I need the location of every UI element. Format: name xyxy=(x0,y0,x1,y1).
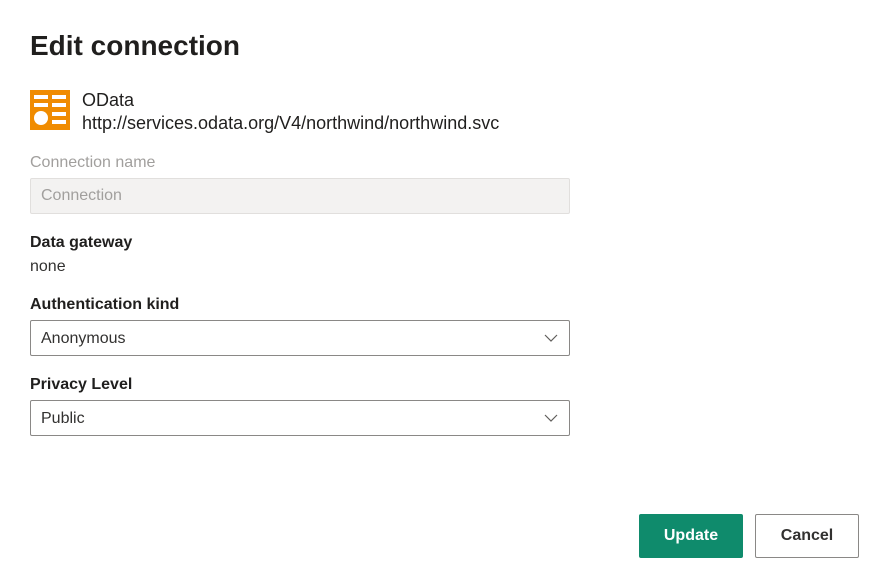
connection-name-label: Connection name xyxy=(30,154,859,172)
update-button[interactable]: Update xyxy=(639,514,743,558)
privacy-level-select[interactable]: Public xyxy=(30,400,570,436)
connection-name-input[interactable] xyxy=(30,178,570,214)
privacy-level-field: Privacy Level Public xyxy=(30,376,859,436)
data-gateway-field: Data gateway none xyxy=(30,234,859,276)
connection-header: OData http://services.odata.org/V4/north… xyxy=(30,90,859,134)
cancel-button[interactable]: Cancel xyxy=(755,514,859,558)
authentication-kind-select[interactable]: Anonymous xyxy=(30,320,570,356)
privacy-level-label: Privacy Level xyxy=(30,376,859,394)
data-gateway-value: none xyxy=(30,258,859,276)
connection-url: http://services.odata.org/V4/northwind/n… xyxy=(82,113,499,134)
connection-name-field: Connection name xyxy=(30,154,859,214)
authentication-kind-label: Authentication kind xyxy=(30,296,859,314)
dialog-actions: Update Cancel xyxy=(639,514,859,558)
authentication-kind-field: Authentication kind Anonymous xyxy=(30,296,859,356)
page-title: Edit connection xyxy=(30,30,859,62)
odata-icon xyxy=(30,90,70,130)
data-gateway-label: Data gateway xyxy=(30,234,859,252)
connection-type-label: OData xyxy=(82,90,499,111)
